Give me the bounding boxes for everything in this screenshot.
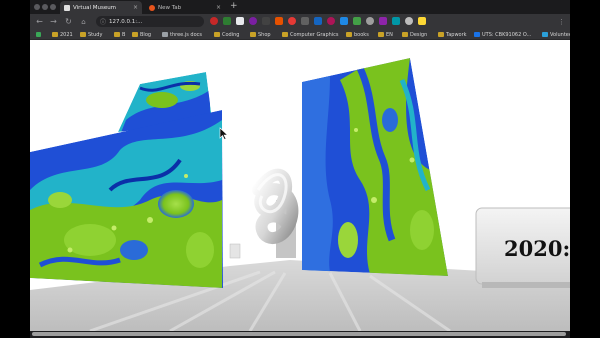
bookmark-label: B bbox=[122, 31, 126, 38]
museum-3d-scene[interactable]: 2020: T bbox=[30, 40, 570, 331]
extension-icon[interactable] bbox=[366, 17, 374, 25]
extension-icon[interactable] bbox=[327, 17, 335, 25]
browser-menu-icon[interactable]: ⋮ bbox=[556, 16, 567, 27]
bookmark-item[interactable]: Computer Graphics bbox=[282, 30, 339, 39]
bookmark-item[interactable]: Coding bbox=[214, 30, 239, 39]
browser-window: Virtual Museum × New Tab × + ← → ↻ ⌂ ⓘ 1… bbox=[30, 0, 570, 338]
extension-icon[interactable] bbox=[301, 17, 309, 25]
bookmark-label: Study bbox=[88, 31, 103, 38]
extension-icon[interactable] bbox=[379, 17, 387, 25]
folder-icon bbox=[282, 32, 288, 37]
tab-favicon-icon bbox=[149, 4, 155, 11]
folder-icon bbox=[214, 32, 220, 37]
extension-icon[interactable] bbox=[210, 17, 218, 25]
bookmark-item[interactable]: EN bbox=[378, 30, 393, 39]
browser-toolbar: ← → ↻ ⌂ ⓘ 127.0.0.1:... ⋮ bbox=[30, 14, 570, 29]
close-tab-icon[interactable]: × bbox=[216, 4, 221, 11]
forward-arrow-icon[interactable]: → bbox=[48, 16, 59, 27]
bookmark-label: Design bbox=[410, 31, 428, 38]
horizontal-scrollbar[interactable] bbox=[30, 331, 570, 338]
info-icon[interactable]: ⓘ bbox=[100, 17, 106, 26]
bookmark-label: three.js docs bbox=[170, 31, 202, 38]
page-icon bbox=[474, 32, 480, 37]
bookmark-item[interactable]: B bbox=[114, 30, 125, 39]
tab-virtual-museum[interactable]: Virtual Museum × bbox=[60, 1, 142, 14]
small-plinth bbox=[229, 243, 241, 259]
bookmarks-bar: 2021 Study B Blog three.js docs Coding Shop Com… bbox=[30, 29, 570, 40]
extension-icon[interactable] bbox=[405, 17, 413, 25]
reload-icon[interactable]: ↻ bbox=[63, 16, 74, 27]
bookmark-label: Blog bbox=[140, 31, 152, 38]
back-arrow-icon[interactable]: ← bbox=[34, 16, 45, 27]
folder-icon bbox=[52, 32, 58, 37]
bookmark-label: books bbox=[354, 31, 369, 38]
bookmark-item[interactable]: Blog bbox=[132, 30, 151, 39]
extension-icon[interactable] bbox=[288, 17, 296, 25]
folder-icon bbox=[346, 32, 352, 37]
extension-icon[interactable] bbox=[314, 17, 322, 25]
home-icon[interactable]: ⌂ bbox=[78, 16, 89, 27]
extension-icon[interactable] bbox=[353, 17, 361, 25]
extension-icon[interactable] bbox=[223, 17, 231, 25]
bookmark-label: Shop bbox=[258, 31, 271, 38]
bookmark-label: Tapwork bbox=[446, 31, 467, 38]
page-icon bbox=[162, 32, 168, 37]
bookmark-label: UTS: CBK91062 O... bbox=[482, 31, 532, 38]
page-icon bbox=[542, 32, 548, 37]
address-bar[interactable]: ⓘ 127.0.0.1:... bbox=[96, 16, 204, 27]
bookmark-item[interactable]: Shop bbox=[250, 30, 271, 39]
folder-icon bbox=[438, 32, 444, 37]
checkmark-icon bbox=[36, 32, 41, 37]
painting-right bbox=[302, 58, 448, 276]
bookmark-item[interactable] bbox=[36, 30, 43, 39]
bookmark-item[interactable]: books bbox=[346, 30, 369, 39]
new-tab-plus-icon[interactable]: + bbox=[230, 2, 238, 11]
exhibit-sign: 2020: T bbox=[475, 207, 570, 288]
extension-icon[interactable] bbox=[236, 17, 244, 25]
tab-new-tab[interactable]: New Tab × bbox=[145, 1, 225, 14]
address-url: 127.0.0.1:... bbox=[109, 18, 143, 25]
tab-strip: Virtual Museum × New Tab × + bbox=[30, 0, 570, 14]
bookmark-label: Volunteer with Onl... bbox=[550, 31, 570, 38]
close-tab-icon[interactable]: × bbox=[133, 4, 138, 11]
bookmark-item[interactable]: 2021 bbox=[52, 30, 73, 39]
tab-title: New Tab bbox=[158, 4, 182, 11]
extension-icon[interactable] bbox=[275, 17, 283, 25]
folder-icon bbox=[402, 32, 408, 37]
bookmark-item[interactable]: Tapwork bbox=[438, 30, 467, 39]
folder-icon bbox=[132, 32, 138, 37]
painting-left bbox=[30, 110, 223, 288]
extension-icon[interactable] bbox=[418, 17, 426, 25]
extension-icon[interactable] bbox=[249, 17, 257, 25]
minimize-window-icon[interactable] bbox=[42, 4, 48, 10]
exhibit-sign-text: 2020: T bbox=[504, 236, 570, 261]
torus-knot-sculpture bbox=[252, 168, 299, 244]
bookmark-label: EN bbox=[386, 31, 393, 38]
bookmark-label: Coding bbox=[222, 31, 240, 38]
bookmark-item[interactable]: three.js docs bbox=[162, 30, 202, 39]
zoom-window-icon[interactable] bbox=[50, 4, 56, 10]
tab-favicon-icon bbox=[64, 4, 70, 11]
bookmark-label: 2021 bbox=[60, 31, 73, 38]
folder-icon bbox=[80, 32, 86, 37]
bookmark-label: Computer Graphics bbox=[290, 31, 339, 38]
bookmark-item[interactable]: Study bbox=[80, 30, 102, 39]
bookmark-item[interactable]: Volunteer with Onl... bbox=[542, 30, 570, 39]
folder-icon bbox=[114, 32, 120, 37]
bookmark-item[interactable]: UTS: CBK91062 O... bbox=[474, 30, 531, 39]
folder-icon bbox=[378, 32, 384, 37]
close-window-icon[interactable] bbox=[34, 4, 40, 10]
tab-title: Virtual Museum bbox=[73, 4, 117, 11]
extension-icon[interactable] bbox=[262, 17, 270, 25]
extension-icon[interactable] bbox=[340, 17, 348, 25]
webgl-viewport[interactable]: 2020: T bbox=[30, 40, 570, 331]
folder-icon bbox=[250, 32, 256, 37]
extension-icon[interactable] bbox=[392, 17, 400, 25]
scrollbar-thumb[interactable] bbox=[32, 332, 566, 336]
bookmark-item[interactable]: Design bbox=[402, 30, 427, 39]
